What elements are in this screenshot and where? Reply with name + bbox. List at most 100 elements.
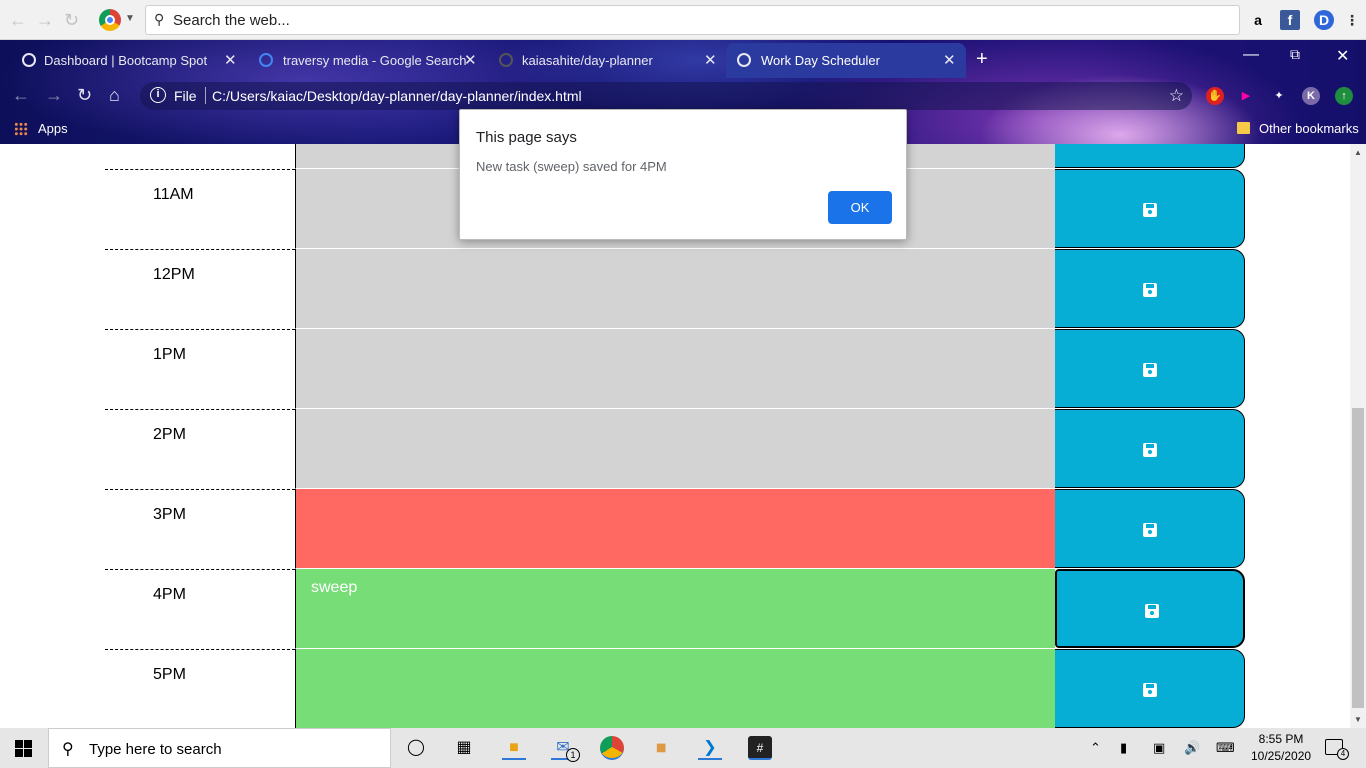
reload-icon[interactable]: ↻: [64, 10, 79, 31]
update-icon[interactable]: ↑: [1335, 87, 1353, 105]
globe-icon: [22, 53, 36, 67]
minimize-icon[interactable]: —: [1243, 46, 1259, 64]
save-disk-icon: [1143, 443, 1157, 457]
google-icon: [259, 53, 273, 67]
globe-icon: [737, 53, 751, 67]
taskbar-search-input[interactable]: ⚲ Type here to search: [48, 728, 391, 768]
hour-label: 5PM: [105, 649, 295, 728]
save-button[interactable]: [1055, 649, 1245, 728]
apps-grid-icon[interactable]: [14, 122, 28, 136]
close-icon[interactable]: ✕: [704, 51, 717, 69]
clock-time: 8:55 PM: [1258, 732, 1304, 746]
scroll-up-icon[interactable]: ▲: [1354, 148, 1362, 157]
task-textarea[interactable]: [295, 409, 1055, 489]
save-button[interactable]: [1055, 569, 1245, 648]
save-button[interactable]: [1055, 144, 1245, 168]
save-button[interactable]: [1055, 489, 1245, 568]
forward-icon[interactable]: →: [45, 85, 63, 106]
save-disk-icon: [1143, 523, 1157, 537]
network-icon[interactable]: ▣: [1153, 740, 1165, 756]
tab-title: kaiasahite/day-planner: [522, 53, 653, 68]
save-button[interactable]: [1055, 249, 1245, 328]
save-button[interactable]: [1055, 409, 1245, 488]
new-tab-icon[interactable]: +: [976, 48, 988, 71]
ok-button[interactable]: OK: [828, 191, 892, 224]
chrome-logo-icon[interactable]: [99, 9, 121, 31]
dashlane-icon[interactable]: D: [1314, 10, 1334, 30]
back-icon[interactable]: ←: [9, 10, 27, 31]
chevron-down-icon[interactable]: ▼: [125, 13, 135, 24]
hour-label: [105, 144, 295, 169]
tab-dashboard[interactable]: Dashboard | Bootcamp Spot ✕: [0, 43, 248, 78]
home-icon[interactable]: ⌂: [109, 85, 120, 106]
search-icon: ⚲: [62, 741, 74, 758]
save-disk-icon: [1145, 604, 1159, 618]
search-icon: ⚲: [154, 11, 165, 27]
notification-count: 4: [1337, 748, 1349, 760]
task-textarea[interactable]: [295, 649, 1055, 728]
save-disk-icon: [1143, 363, 1157, 377]
save-button[interactable]: [1055, 329, 1245, 408]
back-icon[interactable]: ←: [12, 85, 30, 106]
battery-icon[interactable]: ▮: [1120, 740, 1127, 756]
address-separator: [205, 87, 206, 104]
hour-label: 1PM: [105, 329, 295, 409]
task-view-icon[interactable]: ▦: [452, 736, 476, 760]
vscode-icon[interactable]: ❯: [698, 736, 722, 760]
web-search-input[interactable]: ⚲ Search the web...: [145, 5, 1240, 35]
save-button[interactable]: [1055, 169, 1245, 248]
close-icon[interactable]: ✕: [464, 51, 477, 69]
address-scheme: File: [174, 88, 197, 104]
apps-link[interactable]: Apps: [38, 121, 68, 136]
tab-work-day-scheduler[interactable]: Work Day Scheduler ✕: [726, 43, 966, 78]
keyboard-icon[interactable]: ⌨: [1216, 740, 1235, 756]
amazon-icon[interactable]: a: [1248, 10, 1268, 30]
facebook-icon[interactable]: f: [1280, 10, 1300, 30]
chrome-taskbar-icon[interactable]: [600, 736, 624, 760]
taskbar-clock[interactable]: 8:55 PM 10/25/2020: [1251, 731, 1311, 765]
clock-date: 10/25/2020: [1251, 749, 1312, 763]
extensions-puzzle-icon[interactable]: ✦: [1270, 87, 1288, 105]
time-block-row: 5PM: [105, 649, 1245, 728]
task-textarea[interactable]: sweep: [295, 569, 1055, 649]
video-extension-icon[interactable]: ▶: [1237, 87, 1255, 105]
reload-icon[interactable]: ↻: [77, 85, 92, 106]
profile-avatar[interactable]: K: [1302, 87, 1320, 105]
windows-taskbar: ⚲ Type here to search ◯ ▦ ■ ✉ 1 ◆ ❯ # ⌃ …: [0, 728, 1366, 768]
slack-icon[interactable]: #: [748, 736, 772, 760]
hour-label: 4PM: [105, 569, 295, 649]
web-search-placeholder: Search the web...: [173, 12, 290, 29]
scroll-down-icon[interactable]: ▼: [1354, 715, 1362, 724]
adblock-icon[interactable]: ✋: [1206, 87, 1224, 105]
windows-start-icon[interactable]: [15, 740, 32, 757]
scrollbar-thumb[interactable]: [1352, 408, 1364, 708]
info-icon[interactable]: i: [150, 87, 166, 103]
save-disk-icon: [1143, 203, 1157, 217]
other-bookmarks-link[interactable]: Other bookmarks: [1259, 121, 1359, 136]
address-bar[interactable]: i File C:/Users/kaiac/Desktop/day-planne…: [140, 82, 1192, 110]
tray-chevron-up-icon[interactable]: ⌃: [1090, 740, 1101, 756]
bookmark-star-icon[interactable]: ☆: [1169, 86, 1184, 106]
restore-icon[interactable]: ⧉: [1290, 46, 1300, 63]
hour-label: 12PM: [105, 249, 295, 329]
task-textarea[interactable]: [295, 489, 1055, 569]
tab-google-search[interactable]: traversy media - Google Search ✕: [248, 43, 488, 78]
volume-icon[interactable]: 🔊: [1184, 740, 1200, 756]
cortana-icon[interactable]: ◯: [404, 736, 428, 760]
address-url: C:/Users/kaiac/Desktop/day-planner/day-p…: [212, 88, 582, 104]
close-window-icon[interactable]: ✕: [1336, 46, 1349, 66]
more-menu-icon[interactable]: ⋮: [1342, 10, 1362, 30]
forward-icon[interactable]: →: [36, 10, 54, 31]
close-icon[interactable]: ✕: [224, 51, 237, 69]
close-icon[interactable]: ✕: [943, 51, 956, 69]
time-block-row: 3PM: [105, 489, 1245, 569]
notification-center-icon[interactable]: 4: [1325, 739, 1349, 760]
task-textarea[interactable]: [295, 329, 1055, 409]
git-icon[interactable]: ◆: [644, 731, 678, 765]
tab-github[interactable]: kaiasahite/day-planner ✕: [488, 43, 726, 78]
page-scrollbar[interactable]: ▲ ▼: [1350, 144, 1366, 728]
top-search-bar: ← → ↻ ▼ ⚲ Search the web... a f D ⋮: [0, 0, 1366, 40]
file-explorer-icon[interactable]: ■: [502, 736, 526, 760]
task-textarea[interactable]: [295, 249, 1055, 329]
save-disk-icon: [1143, 283, 1157, 297]
